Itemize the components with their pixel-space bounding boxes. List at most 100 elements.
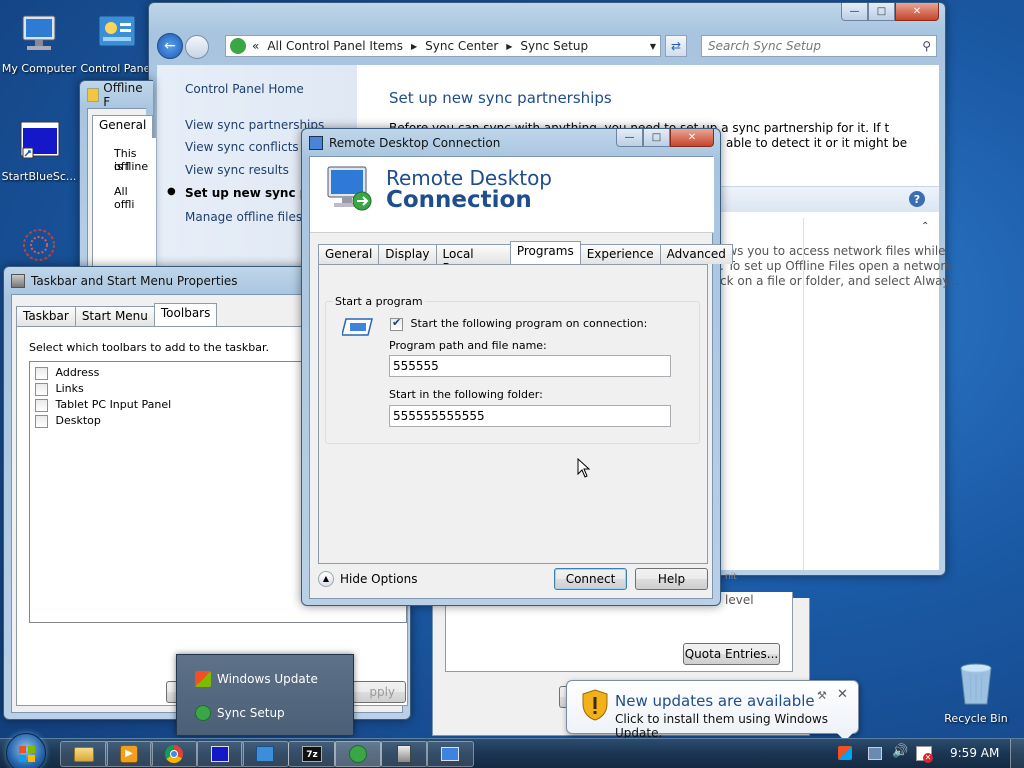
taskbar-sync-center[interactable] <box>334 741 382 767</box>
address-checkbox[interactable] <box>35 366 48 380</box>
toolbar-item-address[interactable]: Address <box>35 366 99 380</box>
links-checkbox[interactable] <box>35 382 48 396</box>
tab-toolbars[interactable]: Toolbars <box>153 303 218 326</box>
address-dropdown-icon[interactable]: ▼ <box>650 42 656 51</box>
toolbar-item-links[interactable]: Links <box>35 382 84 396</box>
breadcrumb-separator-icon: ▶ <box>410 41 418 51</box>
update-notification-balloon[interactable]: New updates are available Click to insta… <box>566 680 859 741</box>
notification-close-icon[interactable]: ✕ <box>837 687 848 702</box>
folder-icon <box>74 746 94 762</box>
tab-experience[interactable]: Experience <box>579 244 661 264</box>
tab-taskbar[interactable]: Taskbar <box>16 306 76 326</box>
clock[interactable]: 9:59 AM <box>950 746 999 760</box>
manage-offline-files-link[interactable]: Manage offline files <box>185 210 302 224</box>
desktop-checkbox[interactable] <box>35 414 48 428</box>
forward-button[interactable] <box>185 35 209 59</box>
desktop-icon-startbluescreen[interactable]: StartBlueSc... <box>0 118 78 183</box>
tab-local-resources[interactable]: Local Resources <box>435 244 511 275</box>
start-button[interactable] <box>6 733 46 768</box>
rdc-title-icon <box>309 135 323 150</box>
tab-general[interactable]: General <box>92 115 154 138</box>
taskbar-media-player[interactable]: ▶ <box>105 741 153 767</box>
control-panel-home-link[interactable]: Control Panel Home <box>185 82 304 96</box>
computer-icon <box>15 10 63 58</box>
close-button[interactable]: ✕ <box>670 129 714 147</box>
toolbar-item-tablet-pc[interactable]: Tablet PC Input Panel <box>35 398 171 412</box>
help-icon[interactable]: ? <box>909 191 925 207</box>
toolbar-label: Tablet PC Input Panel <box>55 398 172 411</box>
address-bar[interactable]: « All Control Panel Items ▶ Sync Center … <box>225 35 661 57</box>
sync-center-icon <box>349 745 367 763</box>
collapse-chevron-icon[interactable]: ⌃ <box>921 221 929 232</box>
7zip-icon: 7z <box>302 746 322 762</box>
media-player-icon: ▶ <box>120 745 138 763</box>
content-divider <box>803 218 804 570</box>
toolbar-item-desktop[interactable]: Desktop <box>35 414 101 428</box>
offline-files-header-bar <box>721 186 939 212</box>
hide-options-label: Hide Options <box>340 572 418 586</box>
connect-button[interactable]: Connect <box>554 568 627 590</box>
address-overflow-chevron[interactable]: « <box>252 39 259 53</box>
refresh-button[interactable]: ⇄ <box>665 35 687 57</box>
taskbar-control-panel[interactable] <box>241 741 289 767</box>
folder-label: Start in the following folder: <box>389 388 543 401</box>
taskbar-chrome[interactable] <box>150 741 198 767</box>
desktop-icon-recycle-bin[interactable]: Recycle Bin <box>936 660 1016 725</box>
close-button[interactable]: ✕ <box>895 3 939 21</box>
setup-sync-partnerships-link[interactable]: Set up new sync partnerships <box>185 186 305 200</box>
hide-options-control[interactable]: ▲ Hide Options <box>318 571 417 587</box>
search-icon: ⚲ <box>922 39 931 53</box>
notification-title: New updates are available <box>615 692 815 710</box>
search-box[interactable]: Search Sync Setup ⚲ <box>701 35 937 57</box>
start-folder-field[interactable]: 555555555555 <box>389 405 671 427</box>
back-button[interactable]: ← <box>157 33 183 59</box>
taskbar-explorer[interactable] <box>60 741 108 767</box>
tray-volume-icon[interactable]: 🔊 <box>892 744 908 759</box>
remote-desktop-icon <box>441 747 459 761</box>
sync-icon <box>195 705 211 721</box>
popup-item-sync-setup[interactable]: Sync Setup <box>195 705 285 721</box>
help-button[interactable]: Help <box>635 568 708 590</box>
taskbar-7zip[interactable]: 7z <box>288 741 336 767</box>
desktop-icon-control-panel[interactable]: Control Panel <box>78 10 156 75</box>
path-label: Program path and file name: <box>389 339 547 352</box>
start-program-checkbox[interactable] <box>390 316 403 331</box>
minimize-button[interactable]: — <box>616 129 643 147</box>
maximize-button[interactable]: □ <box>643 129 670 147</box>
taskbar-properties[interactable] <box>380 741 428 767</box>
tab-advanced[interactable]: Advanced <box>659 244 733 264</box>
tab-general[interactable]: General <box>318 244 380 264</box>
breadcrumb-sync-center[interactable]: Sync Center <box>425 39 498 53</box>
blue-screen-icon <box>211 746 229 762</box>
remote-desktop-window: Remote Desktop Connection — □ ✕ Remote D… <box>301 128 733 606</box>
warning-shield-icon <box>581 689 609 721</box>
start-program-option[interactable]: Start the following program on connectio… <box>390 316 647 331</box>
offline-text-line-3: All offli <box>114 185 135 211</box>
desktop-icon-my-computer[interactable]: My Computer <box>0 10 78 75</box>
tray-windows-update-icon[interactable] <box>838 746 852 760</box>
breadcrumb-sync-setup[interactable]: Sync Setup <box>520 39 588 53</box>
tab-display[interactable]: Display <box>378 244 437 264</box>
show-desktop-button[interactable] <box>1010 739 1024 768</box>
breadcrumb-all-control-panel-items[interactable]: All Control Panel Items <box>267 39 403 53</box>
tablet-pc-checkbox[interactable] <box>35 398 48 412</box>
search-placeholder: Search Sync Setup <box>708 39 821 53</box>
notification-options-icon[interactable]: ⚒ <box>817 689 827 702</box>
view-sync-results-link[interactable]: View sync results <box>185 163 289 177</box>
minimize-button[interactable]: — <box>841 3 868 21</box>
tray-action-center-icon[interactable]: ✕ <box>916 746 933 763</box>
maximize-button[interactable]: □ <box>868 3 895 21</box>
partial-desktop-icon[interactable] <box>18 226 60 264</box>
quota-entries-button[interactable]: Quota Entries... <box>683 643 780 665</box>
popup-item-windows-update[interactable]: Windows Update <box>195 671 318 687</box>
view-sync-conflicts-link[interactable]: View sync conflicts <box>185 140 299 154</box>
tray-network-icon[interactable] <box>868 747 882 760</box>
windows-logo-icon <box>19 746 35 762</box>
taskbar-remote-desktop[interactable] <box>426 741 474 767</box>
taskbar-blue-screen[interactable] <box>196 741 244 767</box>
tab-start-menu[interactable]: Start Menu <box>74 306 155 326</box>
program-path-field[interactable]: 555555 <box>389 355 671 377</box>
windows-update-icon <box>195 671 211 687</box>
tab-programs[interactable]: Programs <box>509 241 581 264</box>
program-icon <box>341 317 374 337</box>
